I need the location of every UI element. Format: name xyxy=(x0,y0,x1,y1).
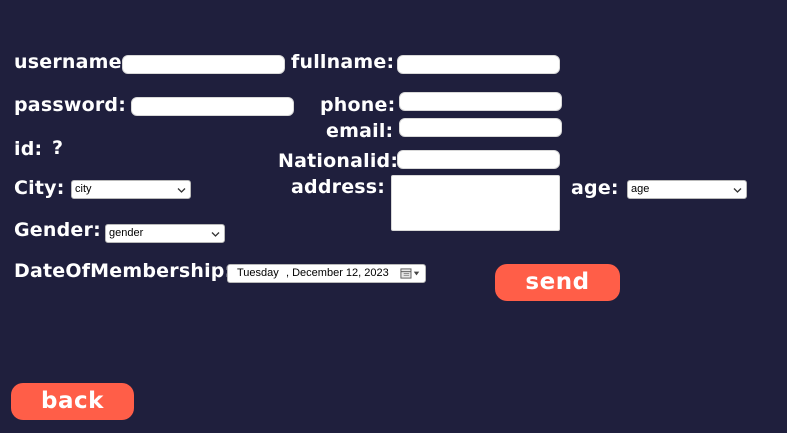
nationalid-label: Nationalid: xyxy=(278,150,399,172)
chevron-down-icon xyxy=(211,232,220,237)
username-label: username: xyxy=(14,51,130,73)
membership-date-day: Tuesday xyxy=(237,267,279,279)
city-label: City: xyxy=(14,177,65,199)
membership-date-picker[interactable]: Tuesday , December 12, 2023 xyxy=(227,264,426,283)
age-select[interactable]: age xyxy=(627,180,747,199)
phone-label: phone: xyxy=(320,94,396,116)
gender-select-value: gender xyxy=(109,227,144,239)
address-label: address: xyxy=(291,176,386,198)
send-button[interactable]: send xyxy=(495,264,620,301)
city-select[interactable]: city xyxy=(71,180,191,199)
gender-label: Gender: xyxy=(14,219,101,241)
phone-input[interactable] xyxy=(399,92,562,111)
id-label: id: xyxy=(14,138,43,160)
username-input[interactable] xyxy=(122,55,285,74)
membership-label: DateOfMembership: xyxy=(14,260,233,282)
fullname-label: fullname: xyxy=(291,51,395,73)
nationalid-input[interactable] xyxy=(397,150,560,169)
password-label: password: xyxy=(14,94,127,116)
password-input[interactable] xyxy=(131,97,294,116)
address-textarea[interactable] xyxy=(391,175,560,231)
gender-select[interactable]: gender xyxy=(105,224,225,243)
email-input[interactable] xyxy=(399,118,562,137)
age-label: age: xyxy=(571,177,619,199)
fullname-input[interactable] xyxy=(397,55,560,74)
chevron-down-icon xyxy=(177,188,186,193)
id-value: ? xyxy=(52,137,64,159)
chevron-down-icon xyxy=(733,188,742,193)
email-label: email: xyxy=(326,120,394,142)
membership-date-text: , December 12, 2023 xyxy=(286,267,389,279)
back-button[interactable]: back xyxy=(11,383,134,420)
calendar-icon[interactable] xyxy=(400,268,422,279)
city-select-value: city xyxy=(75,183,92,195)
age-select-value: age xyxy=(631,183,650,195)
